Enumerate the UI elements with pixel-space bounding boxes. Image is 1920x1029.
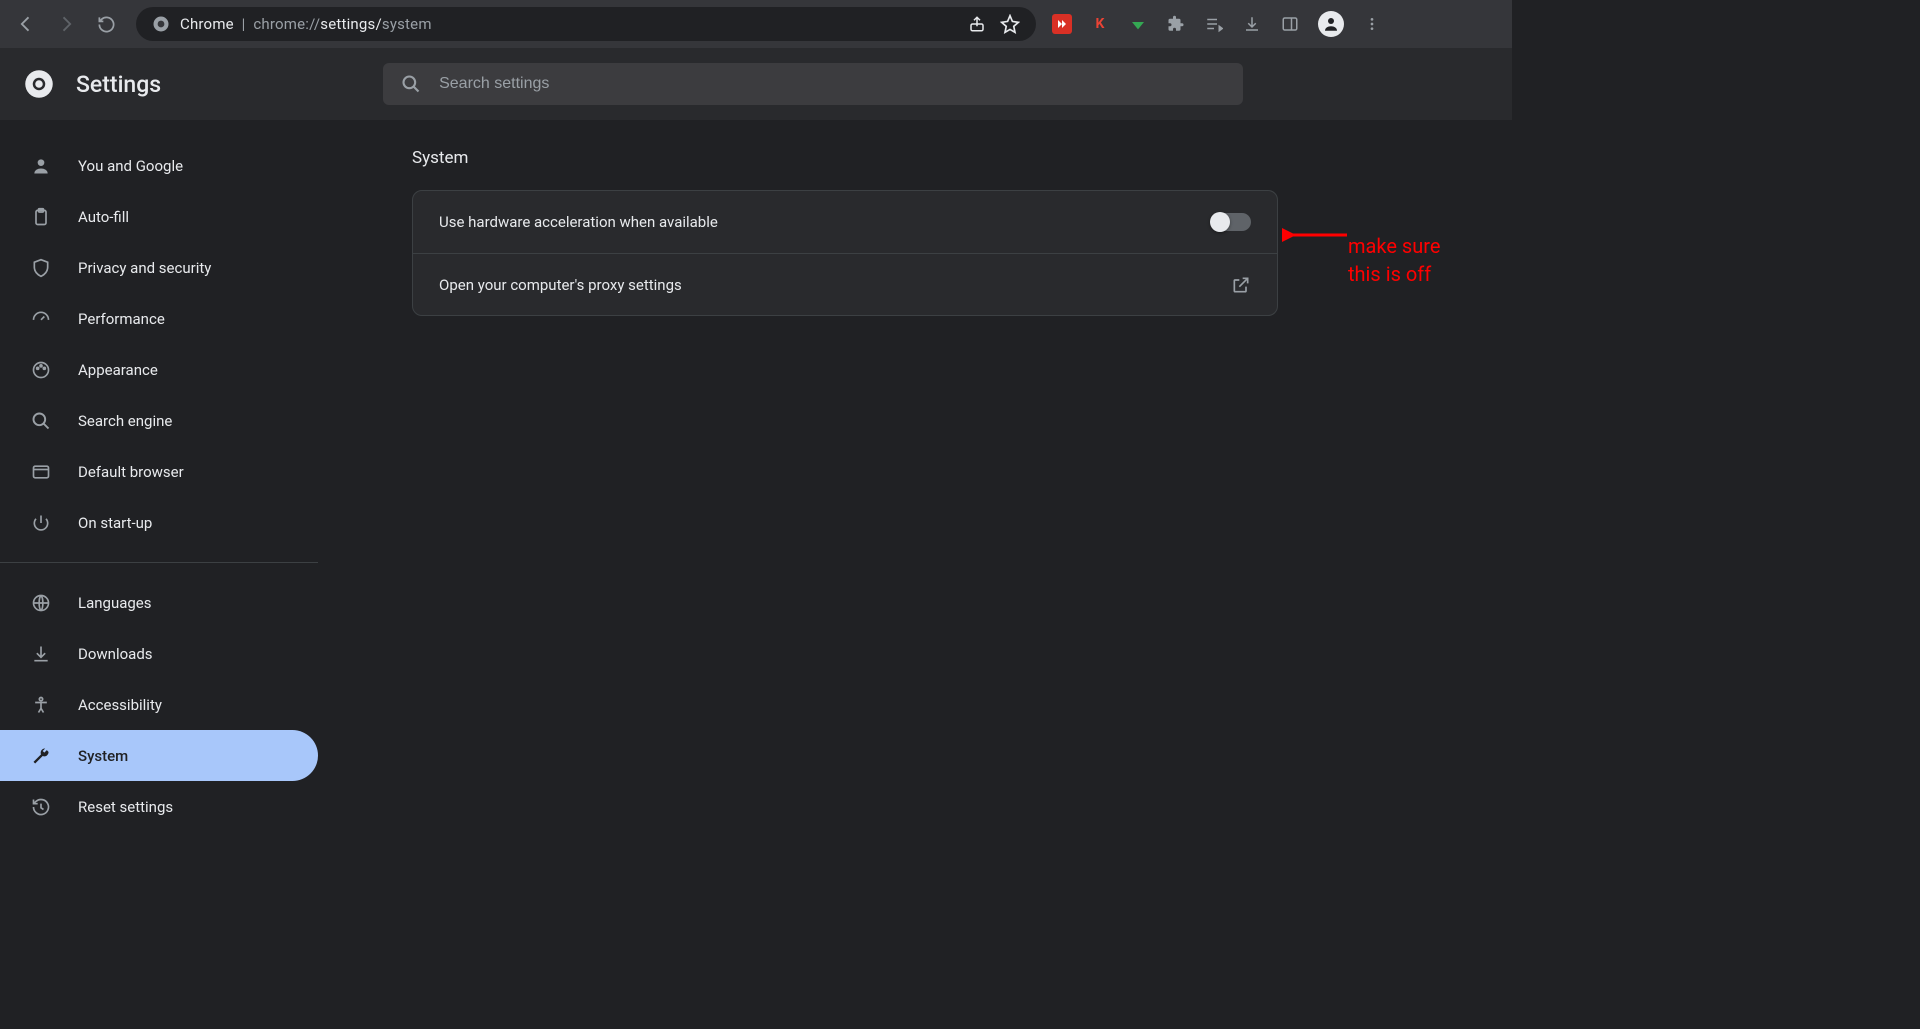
wrench-icon: [30, 745, 52, 767]
sidebar-item-label: You and Google: [78, 157, 183, 175]
sidebar-item-label: Default browser: [78, 463, 184, 481]
omnibox[interactable]: Chrome | chrome://settings/system: [136, 7, 1036, 41]
sidebar-item-label: Search engine: [78, 412, 172, 430]
sidebar-item-label: Appearance: [78, 361, 158, 379]
share-icon[interactable]: [968, 15, 986, 33]
sidebar-item-performance[interactable]: Performance: [0, 293, 318, 344]
sidebar-item-languages[interactable]: Languages: [0, 577, 318, 628]
hardware-acceleration-toggle[interactable]: [1211, 213, 1251, 231]
download-icon: [30, 643, 52, 665]
chrome-menu-icon[interactable]: [1362, 14, 1382, 34]
extension-green-arrow-icon[interactable]: [1128, 14, 1148, 34]
sidebar-item-system[interactable]: System: [0, 730, 318, 781]
sidebar-item-label: Accessibility: [78, 696, 162, 714]
power-icon: [30, 512, 52, 534]
accessibility-icon: [30, 694, 52, 716]
settings-header: Settings: [0, 48, 1512, 120]
sidebar-item-label: Downloads: [78, 645, 153, 663]
search-icon: [401, 74, 421, 94]
chrome-logo-icon: [24, 69, 54, 99]
sidebar-item-default-browser[interactable]: Default browser: [0, 446, 318, 497]
back-button[interactable]: [8, 6, 44, 42]
sidebar-item-you-and-google[interactable]: You and Google: [0, 140, 318, 191]
extensions-puzzle-icon[interactable]: [1166, 14, 1186, 34]
settings-sidebar: You and Google Auto-fill Privacy and sec…: [0, 120, 318, 809]
sidebar-item-label: Auto-fill: [78, 208, 129, 226]
settings-search-input[interactable]: [439, 75, 1225, 93]
palette-icon: [30, 359, 52, 381]
extension-icons: K: [1052, 11, 1382, 37]
sidebar-item-reset-settings[interactable]: Reset settings: [0, 781, 318, 832]
extension-k-icon[interactable]: K: [1090, 14, 1110, 34]
sidebar-divider: [0, 562, 318, 563]
system-settings-card: Use hardware acceleration when available…: [412, 190, 1278, 316]
sidebar-item-label: System: [78, 747, 128, 765]
proxy-settings-row[interactable]: Open your computer's proxy settings: [413, 253, 1277, 315]
search-icon: [30, 410, 52, 432]
restore-icon: [30, 796, 52, 818]
sidebar-item-label: Reset settings: [78, 798, 173, 816]
page-title: Settings: [76, 71, 161, 98]
sidebar-item-label: Performance: [78, 310, 165, 328]
toggle-knob: [1210, 212, 1230, 232]
reload-button[interactable]: [88, 6, 124, 42]
sidebar-item-label: On start-up: [78, 514, 152, 532]
settings-search[interactable]: [383, 63, 1243, 105]
profile-avatar[interactable]: [1318, 11, 1344, 37]
speedometer-icon: [30, 308, 52, 330]
omnibox-url: Chrome | chrome://settings/system: [180, 15, 432, 33]
forward-button[interactable]: [48, 6, 84, 42]
bookmark-star-icon[interactable]: [1000, 14, 1020, 34]
sidebar-item-downloads[interactable]: Downloads: [0, 628, 318, 679]
clipboard-icon: [30, 206, 52, 228]
chrome-icon: [152, 15, 170, 33]
sidebar-item-on-start-up[interactable]: On start-up: [0, 497, 318, 548]
globe-icon: [30, 592, 52, 614]
downloads-tray-icon[interactable]: [1242, 14, 1262, 34]
sidebar-item-search-engine[interactable]: Search engine: [0, 395, 318, 446]
row-label: Use hardware acceleration when available: [439, 213, 718, 231]
side-panel-icon[interactable]: [1280, 14, 1300, 34]
settings-main: System Use hardware acceleration when av…: [318, 120, 1512, 809]
browser-toolbar: Chrome | chrome://settings/system K: [0, 0, 1512, 48]
hardware-acceleration-row: Use hardware acceleration when available: [413, 191, 1277, 253]
browser-window-icon: [30, 461, 52, 483]
section-title: System: [412, 148, 1512, 168]
sidebar-item-label: Privacy and security: [78, 259, 211, 277]
sidebar-item-accessibility[interactable]: Accessibility: [0, 679, 318, 730]
sidebar-item-privacy-and-security[interactable]: Privacy and security: [0, 242, 318, 293]
person-icon: [30, 155, 52, 177]
media-control-icon[interactable]: [1204, 14, 1224, 34]
row-label: Open your computer's proxy settings: [439, 276, 682, 294]
external-link-icon: [1231, 275, 1251, 295]
sidebar-item-appearance[interactable]: Appearance: [0, 344, 318, 395]
extension-red-forward-icon[interactable]: [1052, 14, 1072, 34]
sidebar-item-label: Languages: [78, 594, 152, 612]
shield-icon: [30, 257, 52, 279]
sidebar-item-auto-fill[interactable]: Auto-fill: [0, 191, 318, 242]
